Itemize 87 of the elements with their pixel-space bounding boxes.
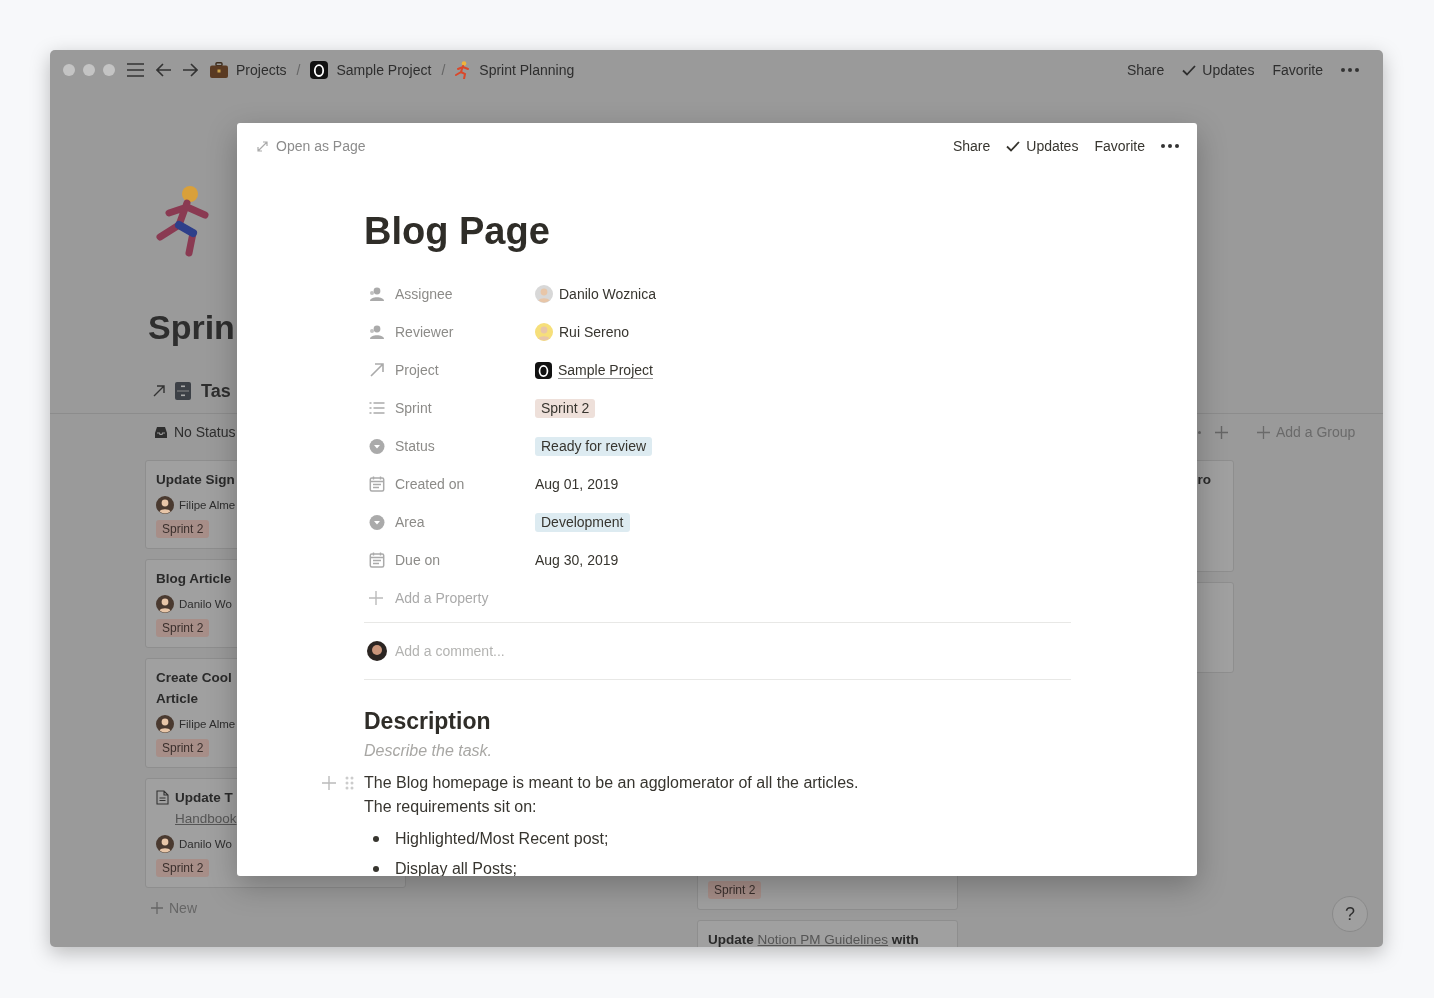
more-icon[interactable] [1161,144,1179,148]
property-label[interactable]: Area [395,514,425,530]
page-link[interactable]: Sample Project [558,361,653,379]
property-label[interactable]: Reviewer [395,324,454,340]
expand-icon [257,140,268,152]
check-icon [1182,64,1197,76]
property-label[interactable]: Due on [395,552,441,568]
card-title: Blog Article [156,570,232,588]
drag-handle-icon[interactable] [345,776,354,790]
property-tag[interactable]: Development [535,512,630,532]
sprint-tag: Sprint 2 [156,859,210,877]
updates-button[interactable]: Updates [1006,138,1079,154]
menu-icon[interactable] [127,63,144,77]
avatar-icon [156,835,174,853]
breadcrumb-link[interactable]: Projects [236,62,287,78]
person-name: Filipe Alme [179,718,236,730]
calendar-icon [369,552,385,568]
action-button[interactable]: Favorite [1094,138,1145,154]
calendar-icon [369,476,385,492]
person-icon [369,325,385,339]
avatar-icon [367,641,387,661]
page-link[interactable]: Handbook [175,811,237,826]
page-link[interactable]: Notion PM Guidelines [757,932,889,947]
action-button[interactable]: Favorite [1272,62,1323,78]
check-icon [1006,140,1021,152]
property-label[interactable]: Status [395,438,435,454]
property-tag[interactable]: Ready for review [535,436,653,456]
action-button[interactable]: Share [952,138,991,154]
updates-button[interactable]: Updates [1182,62,1255,78]
logo-icon [310,61,329,79]
description-text: The Blog homepage is meant to be an agglomerator of all the articles. The requirements sit on: [364,773,859,817]
property-label[interactable]: Created on [395,476,465,492]
arrow-icon[interactable] [153,385,165,397]
card-title: Update Notion PM Guidelines with [708,931,919,947]
person-name: Danilo Wo [179,838,232,850]
forward-icon[interactable] [183,63,198,77]
sprint-tag: Sprint 2 [708,881,762,899]
arrow-icon [369,363,385,377]
list-icon [369,402,385,414]
logo-icon [535,361,552,379]
avatar-icon [156,715,174,733]
section-heading: Description [364,707,492,736]
page-title: Sprin [148,307,235,348]
dropdown-icon [369,438,385,454]
column-title: No Status [174,424,236,440]
task-card[interactable]: Update Notion PM Guidelines with [697,920,958,947]
sprint-tag: Sprint 2 [156,739,210,757]
property-label[interactable]: Assignee [395,286,453,302]
view-title[interactable]: Tas [201,380,231,402]
sprint-tag: Sprint 2 [156,520,210,538]
card-title: ro [1197,471,1211,489]
card-title: Create Cool Article [156,669,232,708]
dropdown-icon [369,514,385,530]
avatar-icon [156,595,174,613]
breadcrumb-link[interactable]: Sample Project [336,62,432,78]
runner-icon [455,61,472,79]
date-value[interactable]: Aug 30, 2019 [535,552,619,568]
page-title: Blog Page [364,209,551,254]
action-button[interactable]: Share [1126,62,1165,78]
property-label[interactable]: Sprint [395,400,432,416]
briefcase-icon [210,62,228,78]
card-title: Update T Handbook [175,789,237,828]
property-tag[interactable]: Sprint 2 [535,398,596,418]
help-button[interactable]: ? [1332,896,1368,932]
person-name[interactable]: Rui Sereno [559,324,630,340]
person-name: Filipe Alme [179,499,236,511]
property-label[interactable]: Project [395,362,439,378]
date-value[interactable]: Aug 01, 2019 [535,476,619,492]
avatar-icon [535,323,553,341]
sprint-tag: Sprint 2 [156,619,210,637]
avatar-icon [156,496,174,514]
person-icon [369,287,385,301]
bullet-text: Highlighted/Most Recent post; [395,829,609,849]
plus-icon [1257,425,1270,439]
plus-icon [369,591,383,605]
person-name[interactable]: Danilo Woznica [559,286,656,302]
avatar-icon [535,285,553,303]
breadcrumb-link[interactable]: Sprint Planning [479,62,575,78]
plus-icon [151,902,163,914]
breadcrumb-separator: / [441,62,446,78]
open-as-page-button[interactable]: Open as Page [257,138,366,154]
person-name: Danilo Wo [179,598,232,610]
inbox-icon [154,425,168,439]
card-title: Update Sign [156,471,235,489]
back-icon[interactable] [156,63,171,77]
cabinet-icon [175,382,191,400]
breadcrumb-separator: / [296,62,301,78]
